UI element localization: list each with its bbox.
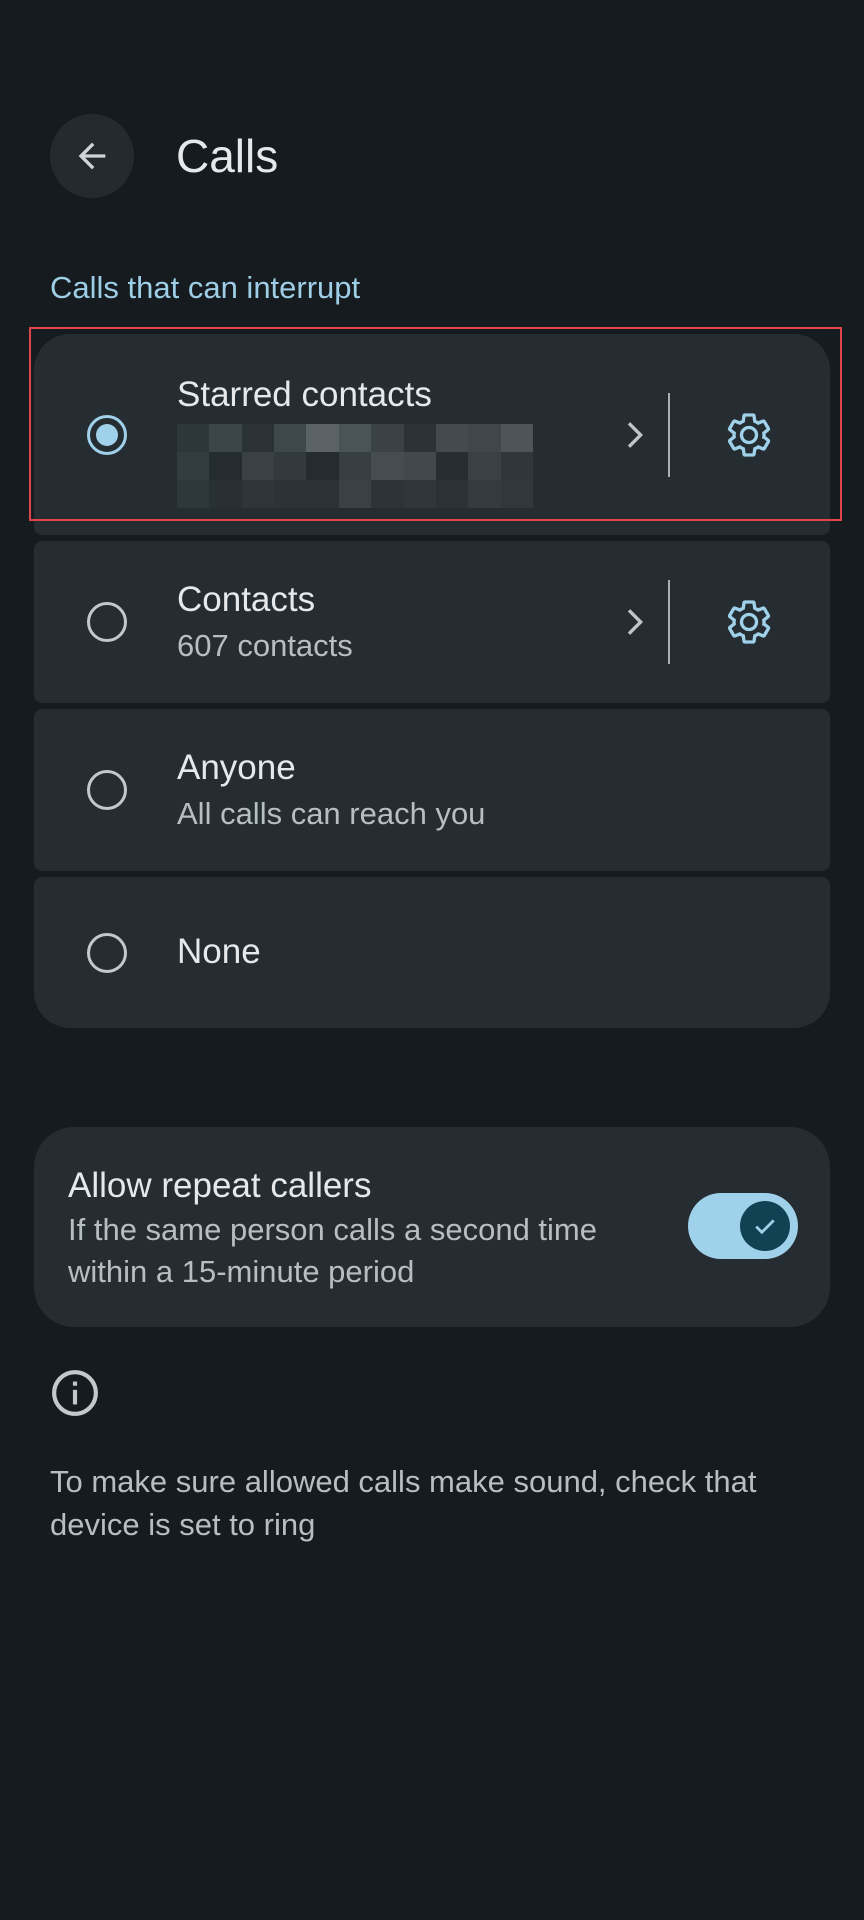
option-title-contacts: Contacts bbox=[177, 580, 316, 619]
back-button[interactable] bbox=[50, 114, 134, 198]
calls-option-list: Starred contacts Contacts 607 contacts A… bbox=[34, 334, 830, 1028]
gear-icon[interactable] bbox=[724, 410, 774, 460]
check-icon bbox=[755, 1219, 775, 1235]
radio-starred-contacts[interactable] bbox=[87, 414, 127, 455]
option-starred-contacts[interactable]: Starred contacts bbox=[34, 334, 830, 535]
arrow-back-icon bbox=[78, 142, 106, 170]
radio-none[interactable] bbox=[87, 932, 127, 973]
option-title-anyone: Anyone bbox=[177, 748, 296, 787]
repeat-callers-description: If the same person calls a second time w… bbox=[68, 1212, 597, 1289]
option-anyone[interactable]: Anyone All calls can reach you bbox=[34, 709, 830, 871]
option-none[interactable]: None bbox=[34, 877, 830, 1028]
repeat-callers-toggle[interactable] bbox=[688, 1193, 798, 1259]
chevron-right-icon[interactable] bbox=[614, 415, 654, 455]
option-title-none: None bbox=[177, 932, 261, 971]
info-icon bbox=[52, 1370, 98, 1416]
repeat-callers-title: Allow repeat callers bbox=[68, 1166, 372, 1205]
divider bbox=[668, 392, 670, 477]
page-title: Calls bbox=[176, 130, 279, 182]
section-header: Calls that can interrupt bbox=[50, 270, 361, 305]
toggle-knob bbox=[740, 1201, 790, 1251]
gear-icon[interactable] bbox=[724, 597, 774, 647]
chevron-right-icon[interactable] bbox=[614, 602, 654, 642]
radio-anyone[interactable] bbox=[87, 770, 127, 810]
option-title-starred-contacts: Starred contacts bbox=[177, 375, 432, 414]
option-subtitle-anyone: All calls can reach you bbox=[177, 796, 486, 831]
option-contacts[interactable]: Contacts 607 contacts bbox=[34, 541, 830, 703]
radio-contacts[interactable] bbox=[87, 602, 127, 642]
option-subtitle-contacts: 607 contacts bbox=[177, 628, 353, 663]
ring-hint-text: To make sure allowed calls make sound, c… bbox=[50, 1464, 757, 1542]
redacted-contact-names bbox=[177, 424, 533, 508]
divider bbox=[668, 580, 670, 664]
repeat-callers-card[interactable]: Allow repeat callers If the same person … bbox=[34, 1127, 830, 1327]
